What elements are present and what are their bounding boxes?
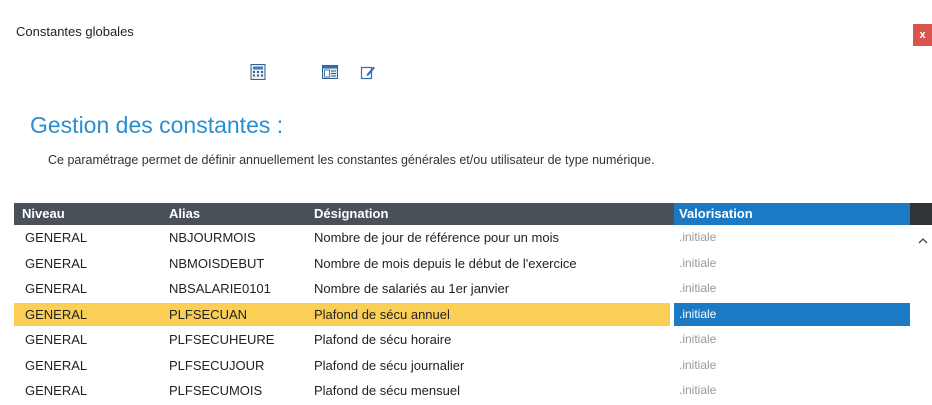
column-header-alias[interactable]: Alias (169, 203, 200, 225)
table-row[interactable]: GENERAL NBJOURMOIS Nombre de jour de réf… (14, 225, 932, 251)
cell-valorisation[interactable]: .initiale (679, 327, 716, 353)
calculator-icon[interactable] (250, 64, 266, 80)
cell-niveau: GENERAL (25, 281, 88, 296)
cell-designation: Plafond de sécu horaire (314, 332, 452, 347)
cell-designation: Nombre de jour de référence pour un mois (314, 230, 559, 245)
table-row[interactable]: GENERAL PLFSECUMOIS Plafond de sécu mens… (14, 378, 932, 404)
cell-niveau: GENERAL (25, 332, 88, 347)
cell-alias: PLFSECUAN (169, 306, 248, 322)
table-row-selected[interactable]: GENERAL PLFSECUAN Plafond de sécu annuel… (14, 302, 932, 328)
cell-alias: NBSALARIE0101 (169, 281, 271, 296)
cell-niveau: GENERAL (25, 306, 88, 322)
scroll-up-chevron-icon[interactable] (918, 236, 928, 248)
cell-niveau: GENERAL (25, 357, 88, 373)
column-header-valorisation[interactable]: Valorisation (679, 203, 753, 225)
column-header-designation[interactable]: Désignation (314, 203, 388, 225)
grid-header: Niveau Alias Désignation Valorisation (14, 203, 932, 225)
cell-alias: PLFSECUHEURE (169, 332, 275, 347)
column-header-niveau[interactable]: Niveau (22, 203, 65, 225)
cell-alias: PLFSECUMOIS (169, 383, 263, 398)
page-heading: Gestion des constantes : (30, 112, 284, 138)
cell-valorisation[interactable]: .initiale (679, 251, 716, 277)
cell-alias: NBMOISDEBUT (169, 255, 265, 271)
table-row[interactable]: GENERAL NBMOISDEBUT Nombre de mois depui… (14, 251, 932, 277)
cell-niveau: GENERAL (25, 255, 88, 271)
cell-niveau: GENERAL (25, 230, 88, 245)
constants-grid: Niveau Alias Désignation Valorisation GE… (14, 203, 932, 405)
cell-designation: Nombre de salariés au 1er janvier (314, 281, 510, 296)
cell-valorisation[interactable]: .initiale (679, 378, 716, 404)
window-title: Constantes globales (16, 24, 134, 39)
cell-valorisation[interactable]: .initiale (679, 225, 716, 251)
window-list-icon[interactable] (322, 64, 338, 80)
description-text: Ce paramétrage permet de définir annuell… (48, 153, 655, 167)
cell-designation: Plafond de sécu annuel (314, 306, 450, 322)
table-row[interactable]: GENERAL NBSALARIE0101 Nombre de salariés… (14, 276, 932, 302)
cell-designation: Plafond de sécu mensuel (314, 383, 460, 398)
cell-designation: Nombre de mois depuis le début de l'exer… (314, 255, 577, 271)
cell-niveau: GENERAL (25, 383, 88, 398)
table-row[interactable]: GENERAL PLFSECUHEURE Plafond de sécu hor… (14, 327, 932, 353)
cell-alias: PLFSECUJOUR (169, 357, 265, 373)
edit-icon[interactable] (360, 64, 376, 80)
cell-alias: NBJOURMOIS (169, 230, 256, 245)
scrollbar-header (910, 203, 932, 225)
cell-valorisation[interactable]: .initiale (679, 276, 716, 302)
cell-valorisation[interactable]: .initiale (679, 353, 716, 379)
cell-valorisation[interactable]: .initiale (679, 302, 716, 328)
close-button[interactable]: x (913, 24, 932, 46)
table-row[interactable]: GENERAL PLFSECUJOUR Plafond de sécu jour… (14, 353, 932, 379)
cell-designation: Plafond de sécu journalier (314, 357, 465, 373)
